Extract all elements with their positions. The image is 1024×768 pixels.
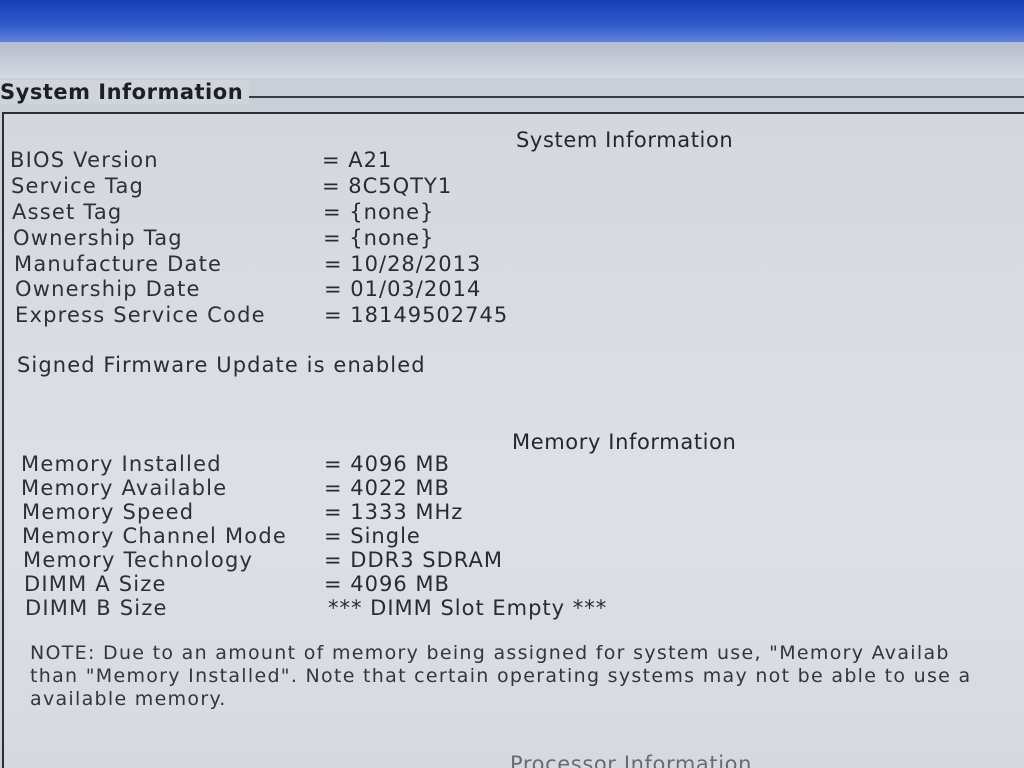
- memory-label: DIMM B Size: [25, 596, 168, 620]
- memory-value: = 1333 MHz: [324, 500, 464, 524]
- info-value: = {none}: [323, 200, 435, 224]
- group-box-title: System Information: [0, 80, 250, 104]
- info-value: = A21: [322, 148, 393, 172]
- info-row-ownership-date: Ownership Date = 01/03/2014: [4, 277, 1004, 303]
- firmware-update-status: Signed Firmware Update is enabled: [17, 353, 426, 377]
- info-label: Ownership Date: [15, 277, 201, 301]
- info-row-ownership-tag: Ownership Tag = {none}: [4, 226, 1004, 252]
- info-label: Service Tag: [11, 174, 145, 198]
- info-value: = 10/28/2013: [324, 252, 482, 276]
- memory-info-heading: Memory Information: [512, 430, 737, 454]
- memory-value: = 4096 MB: [324, 452, 450, 476]
- memory-label: Memory Channel Mode: [22, 524, 287, 548]
- memory-row-available: Memory Available = 4022 MB: [4, 476, 1004, 502]
- info-value: = 01/03/2014: [324, 277, 482, 301]
- memory-label: Memory Installed: [21, 452, 222, 476]
- info-row-service-tag: Service Tag = 8C5QTY1: [4, 174, 1004, 200]
- memory-value: = Single: [324, 524, 421, 548]
- memory-value: *** DIMM Slot Empty ***: [328, 596, 608, 620]
- memory-label: Memory Speed: [22, 500, 195, 524]
- memory-note-line: available memory.: [30, 688, 227, 710]
- memory-row-dimm-b: DIMM B Size *** DIMM Slot Empty ***: [4, 596, 1004, 622]
- processor-info-heading: Processor Information: [510, 752, 752, 768]
- info-value: = 18149502745: [324, 303, 509, 327]
- info-value: = {none}: [323, 226, 435, 250]
- memory-value: = 4022 MB: [324, 476, 450, 500]
- memory-note-line: than "Memory Installed". Note that certa…: [30, 665, 972, 687]
- info-row-asset-tag: Asset Tag = {none}: [4, 200, 1004, 226]
- info-label: BIOS Version: [10, 148, 159, 172]
- memory-row-installed: Memory Installed = 4096 MB: [4, 452, 1004, 478]
- info-value: = 8C5QTY1: [322, 174, 453, 198]
- memory-row-dimm-a: DIMM A Size = 4096 MB: [4, 572, 1004, 598]
- memory-row-speed: Memory Speed = 1333 MHz: [4, 500, 1004, 526]
- info-label: Express Service Code: [15, 303, 266, 327]
- memory-value: = 4096 MB: [324, 572, 450, 596]
- info-row-express-service-code: Express Service Code = 18149502745: [4, 303, 1004, 329]
- info-row-manufacture-date: Manufacture Date = 10/28/2013: [4, 252, 1004, 278]
- info-label: Asset Tag: [12, 200, 123, 224]
- info-label: Manufacture Date: [14, 252, 223, 276]
- info-label: Ownership Tag: [13, 226, 183, 250]
- memory-label: Memory Available: [21, 476, 228, 500]
- memory-note-line: NOTE: Due to an amount of memory being a…: [30, 642, 950, 664]
- info-row-bios-version: BIOS Version = A21: [4, 148, 1004, 174]
- memory-label: DIMM A Size: [24, 572, 167, 596]
- memory-label: Memory Technology: [23, 548, 254, 572]
- memory-row-channel-mode: Memory Channel Mode = Single: [4, 524, 1004, 550]
- memory-value: = DDR3 SDRAM: [324, 548, 503, 572]
- memory-row-technology: Memory Technology = DDR3 SDRAM: [4, 548, 1004, 574]
- title-bar: [0, 0, 1024, 42]
- title-bar-shade: [0, 42, 1024, 78]
- memory-note: NOTE: Due to an amount of memory being a…: [30, 642, 1024, 711]
